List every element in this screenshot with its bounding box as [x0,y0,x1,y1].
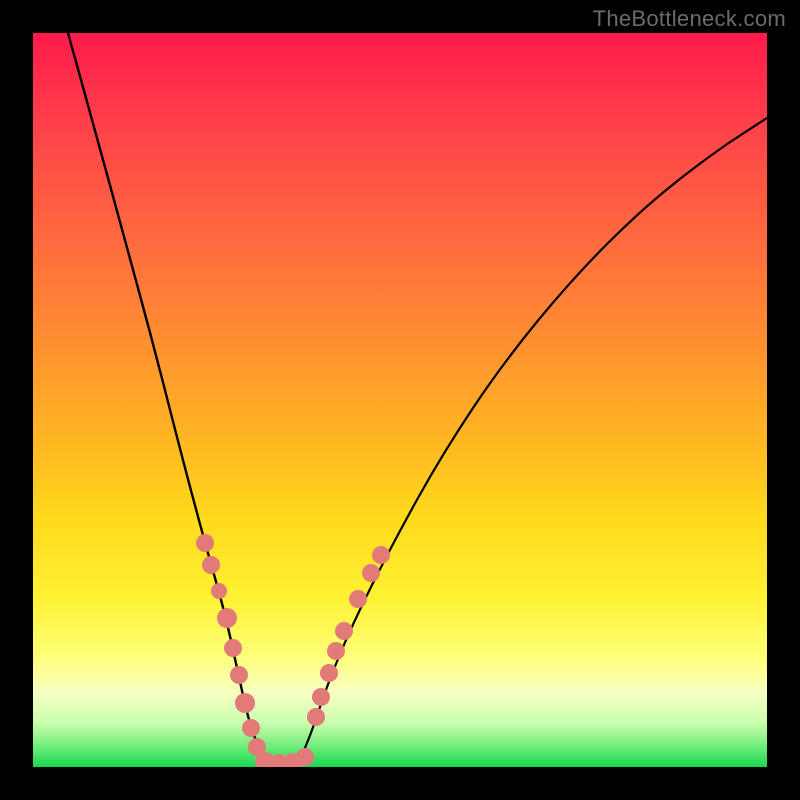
marker-bottom-3 [296,748,314,766]
marker-left-1 [202,556,220,574]
marker-right-2 [320,664,338,682]
marker-left-2 [211,583,227,599]
marker-left-0 [196,534,214,552]
marker-layer [196,534,390,767]
marker-right-3 [327,642,345,660]
left-branch-curve [68,33,269,765]
marker-left-7 [242,719,260,737]
marker-right-5 [349,590,367,608]
watermark-text: TheBottleneck.com [593,6,786,32]
marker-right-0 [307,708,325,726]
chart-frame: TheBottleneck.com [0,0,800,800]
marker-right-7 [372,546,390,564]
marker-right-6 [362,564,380,582]
marker-left-6 [235,693,255,713]
plot-area [33,33,767,767]
curve-layer [33,33,767,767]
marker-left-3 [217,608,237,628]
marker-left-5 [230,666,248,684]
marker-right-4 [335,622,353,640]
marker-right-1 [312,688,330,706]
marker-left-4 [224,639,242,657]
right-branch-curve [297,118,767,765]
